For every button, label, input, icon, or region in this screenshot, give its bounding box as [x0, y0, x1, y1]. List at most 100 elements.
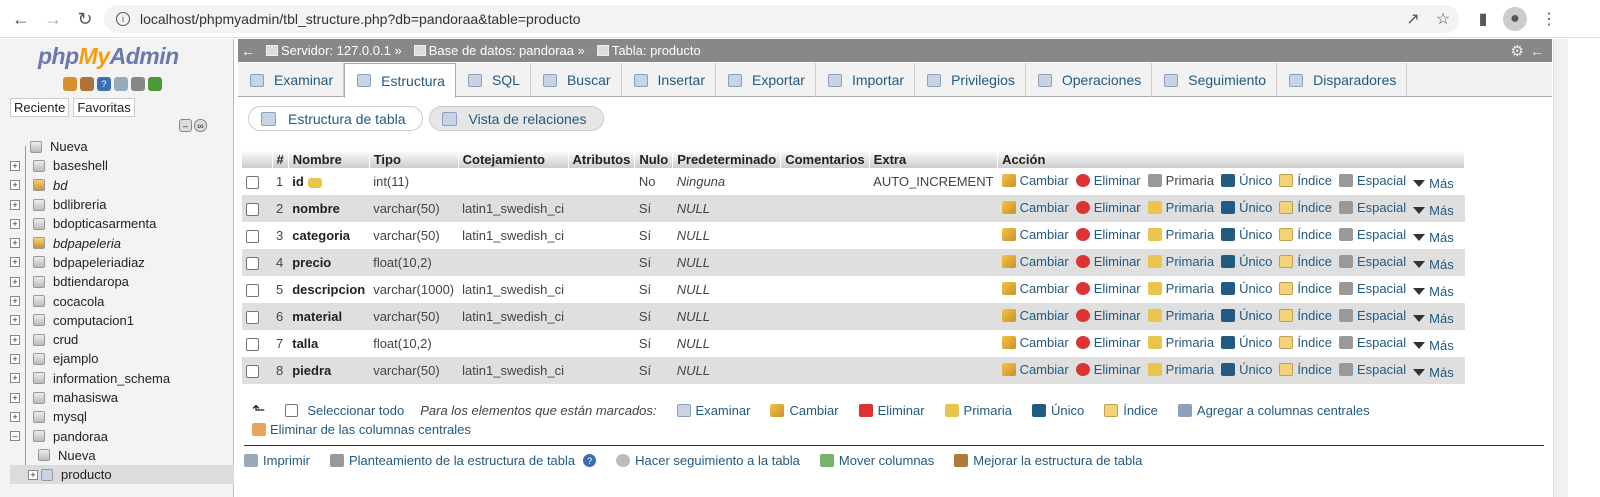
select-all-label[interactable]: Seleccionar todo — [307, 403, 404, 418]
row-checkbox[interactable] — [246, 365, 259, 379]
tab-examinar[interactable]: Examinar — [238, 63, 345, 97]
primary-button[interactable]: Primaria — [1147, 335, 1214, 350]
change-button[interactable]: Cambiar — [1001, 308, 1069, 323]
more-button[interactable]: Más — [1413, 176, 1454, 191]
column-header[interactable]: # — [272, 150, 289, 168]
row-checkbox[interactable] — [246, 257, 259, 271]
row-checkbox[interactable] — [246, 284, 259, 298]
reload-icon[interactable]: ↻ — [70, 4, 100, 34]
more-button[interactable]: Más — [1413, 338, 1454, 353]
normalize-link[interactable]: Mejorar la estructura de tabla — [954, 453, 1142, 468]
collapse-all-icon[interactable]: – — [179, 119, 192, 132]
tab-operaciones[interactable]: Operaciones — [1026, 63, 1153, 97]
expand-icon[interactable]: + — [10, 392, 20, 403]
index-button[interactable]: Índice — [1279, 335, 1332, 350]
row-checkbox[interactable] — [246, 203, 259, 217]
select-all-checkbox[interactable] — [285, 403, 299, 417]
tree-table-producto[interactable]: + producto — [10, 465, 234, 485]
tree-db-bdtiendaropa[interactable]: + bdtiendaropa — [10, 272, 234, 291]
more-button[interactable]: Más — [1413, 230, 1454, 245]
change-button[interactable]: Cambiar — [1001, 362, 1069, 377]
remove-central-button[interactable]: Eliminar de las columnas centrales — [252, 422, 471, 437]
change-button[interactable]: Cambiar — [1001, 200, 1069, 215]
recent-tab[interactable]: Reciente — [10, 98, 70, 117]
drop-button[interactable]: Eliminar — [1075, 173, 1141, 188]
tab-importar[interactable]: Importar — [816, 63, 916, 97]
drop-button[interactable]: Eliminar — [1075, 335, 1141, 350]
tab-seguimiento[interactable]: Seguimiento — [1152, 63, 1278, 97]
more-button[interactable]: Más — [1413, 311, 1454, 326]
tab-exportar[interactable]: Exportar — [716, 63, 816, 97]
unique-button[interactable]: Único — [1221, 362, 1272, 377]
tree-db-baseshell[interactable]: + baseshell — [10, 156, 234, 175]
collapse-icon[interactable]: – — [10, 431, 20, 442]
unique-button[interactable]: Único — [1221, 281, 1272, 296]
share-icon[interactable]: ↗ — [1401, 7, 1425, 31]
row-checkbox[interactable] — [246, 338, 259, 352]
help-icon[interactable]: ? — [583, 454, 597, 467]
row-checkbox[interactable] — [246, 311, 259, 325]
spatial-button[interactable]: Espacial — [1339, 335, 1406, 350]
bulk-unique-button[interactable]: Único — [1031, 403, 1084, 418]
subtab-relation-view[interactable]: Vista de relaciones — [428, 106, 604, 131]
column-header[interactable]: Nombre — [288, 150, 370, 168]
change-button[interactable]: Cambiar — [1001, 227, 1069, 242]
collapse-top-icon[interactable]: ← — [1530, 43, 1544, 59]
tree-db-crud[interactable]: + crud — [10, 330, 234, 349]
index-button[interactable]: Índice — [1279, 254, 1332, 269]
column-header[interactable]: Tipo — [369, 150, 459, 168]
tree-db-cocacola[interactable]: + cocacola — [10, 291, 234, 310]
tree-db-bdpapeleria[interactable]: + bdpapeleria — [10, 233, 234, 252]
expand-icon[interactable]: + — [10, 353, 20, 364]
change-button[interactable]: Cambiar — [1001, 281, 1069, 296]
track-table-link[interactable]: Hacer seguimiento a la tabla — [616, 453, 800, 468]
primary-button[interactable]: Primaria — [1147, 173, 1214, 188]
row-checkbox[interactable] — [246, 176, 259, 190]
expand-icon[interactable]: + — [10, 276, 20, 287]
drop-button[interactable]: Eliminar — [1075, 362, 1141, 377]
tree-db-ejamplo[interactable]: + ejamplo — [10, 349, 234, 368]
tab-insertar[interactable]: Insertar — [622, 63, 717, 97]
column-header[interactable]: Cotejamiento — [458, 150, 569, 168]
column-header[interactable]: Extra — [869, 150, 999, 168]
subtab-table-structure[interactable]: Estructura de tabla — [248, 106, 423, 131]
column-header[interactable]: Acción — [997, 150, 1466, 168]
move-columns-link[interactable]: Mover columnas — [819, 453, 934, 468]
primary-button[interactable]: Primaria — [1147, 227, 1214, 242]
help-icon[interactable]: ? — [97, 77, 111, 91]
bulk-index-button[interactable]: Índice — [1104, 403, 1158, 418]
favorites-tab[interactable]: Favoritas — [73, 98, 135, 117]
unique-button[interactable]: Único — [1221, 173, 1272, 188]
side-panel-icon[interactable]: ▮ — [1471, 7, 1495, 31]
column-header[interactable]: Atributos — [568, 150, 636, 168]
index-button[interactable]: Índice — [1279, 200, 1332, 215]
spatial-button[interactable]: Espacial — [1339, 362, 1406, 377]
propose-structure-link[interactable]: Planteamiento de la estructura de tabla? — [329, 453, 597, 468]
scrollbar[interactable] — [1553, 39, 1568, 497]
tree-db-computacion1[interactable]: + computacion1 — [10, 311, 234, 330]
unique-button[interactable]: Único — [1221, 335, 1272, 350]
tree-db-pandoraa[interactable]: – pandoraa — [10, 426, 234, 445]
bulk-drop-button[interactable]: Eliminar — [858, 403, 925, 418]
bulk-change-button[interactable]: Cambiar — [770, 403, 839, 418]
drop-button[interactable]: Eliminar — [1075, 227, 1141, 242]
expand-icon[interactable]: + — [10, 218, 20, 229]
bulk-browse-button[interactable]: Examinar — [676, 403, 750, 418]
index-button[interactable]: Índice — [1279, 227, 1332, 242]
expand-icon[interactable]: + — [10, 160, 20, 171]
phpmyadmin-logo[interactable]: phpMyAdmin — [38, 43, 179, 70]
tab-disparadores[interactable]: Disparadores — [1277, 63, 1408, 97]
breadcrumb-server[interactable]: Servidor: 127.0.0.1 » — [258, 43, 402, 58]
expand-icon[interactable]: + — [10, 296, 20, 307]
expand-icon[interactable]: + — [10, 411, 20, 422]
primary-button[interactable]: Primaria — [1147, 362, 1214, 377]
more-button[interactable]: Más — [1413, 284, 1454, 299]
expand-icon[interactable]: + — [10, 373, 20, 384]
tab-privilegios[interactable]: Privilegios — [915, 63, 1026, 97]
tree-db-bdpapeleriadiaz[interactable]: + bdpapeleriadiaz — [10, 253, 234, 272]
row-checkbox[interactable] — [246, 230, 259, 244]
more-button[interactable]: Más — [1413, 365, 1454, 380]
drop-button[interactable]: Eliminar — [1075, 308, 1141, 323]
tree-db-mahasiswa[interactable]: + mahasiswa — [10, 388, 234, 407]
tree-table-new[interactable]: Nueva — [10, 446, 234, 465]
